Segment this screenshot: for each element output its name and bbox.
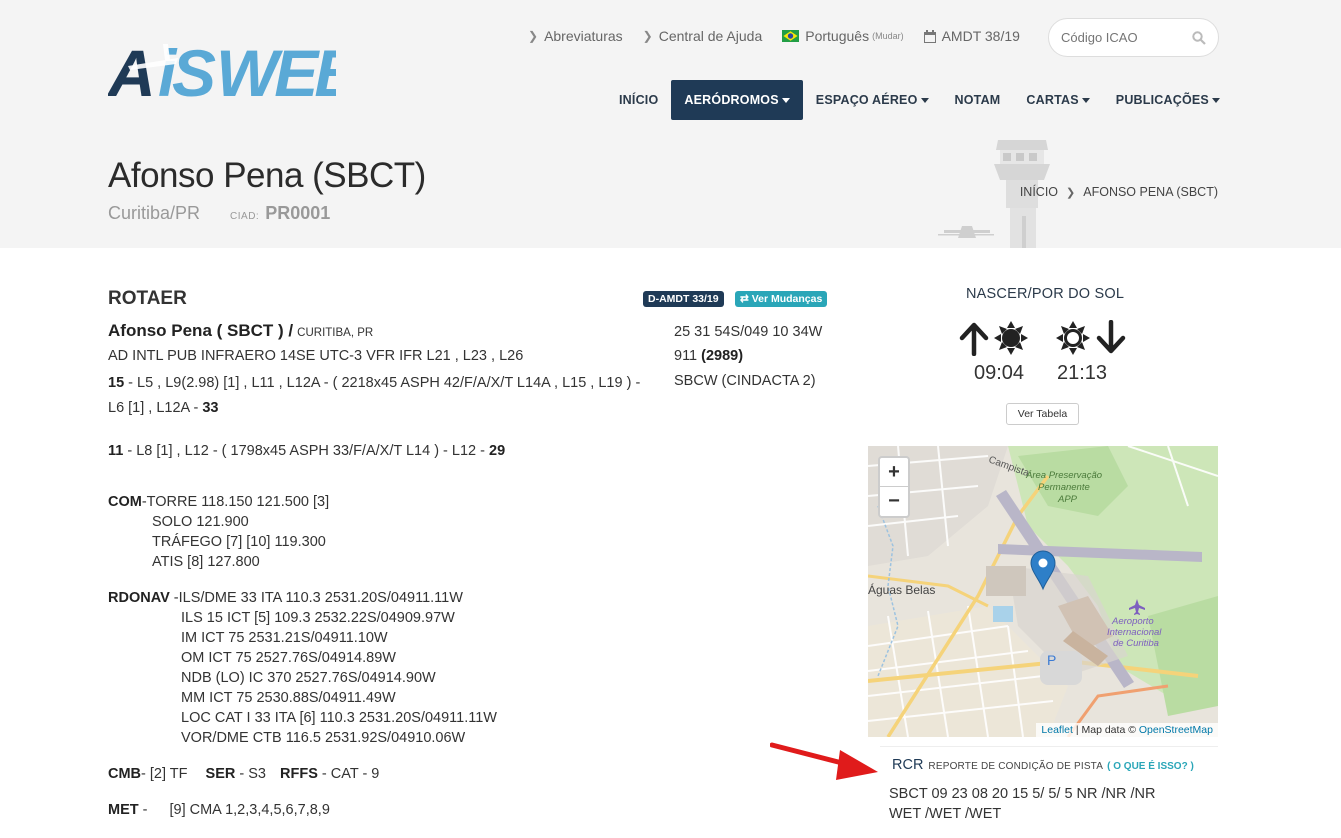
icao-search-box[interactable] xyxy=(1048,18,1219,57)
rdonav-line-4: OM ICT 75 2527.76S/04914.89W xyxy=(181,650,396,666)
sunset-time: 21:13 xyxy=(1057,362,1108,384)
sun-icons xyxy=(959,320,1126,356)
calendar-icon xyxy=(923,29,936,43)
icao-search-input[interactable] xyxy=(1061,30,1181,45)
map-label-area-1: Área Preservação xyxy=(1025,470,1102,481)
top-links: ❯ Abreviaturas ❯ Central de Ajuda Portug… xyxy=(528,28,1040,44)
map-label-area-3: APP xyxy=(1057,494,1078,505)
caret-down-icon xyxy=(920,97,929,103)
sunrise-sunset-title: NASCER/POR DO SOL xyxy=(966,286,1125,302)
leaflet-link[interactable]: Leaflet xyxy=(1041,724,1073,736)
chevron-right-icon: ❯ xyxy=(1066,186,1076,199)
zoom-in-button[interactable]: + xyxy=(880,458,908,487)
sun-outline-icon xyxy=(1056,321,1090,355)
rdonav-line-8: VOR/DME CTB 116.5 2531.92S/04910.06W xyxy=(181,730,466,746)
rdonav-line-2: ILS 15 ICT [5] 109.3 2532.22S/04909.97W xyxy=(181,610,455,626)
aerodrome-info-line: AD INTL PUB INFRAERO 14SE UTC-3 VFR IFR … xyxy=(108,348,524,364)
met-line: MET - [9] CMA 1,2,3,4,5,6,7,8,9 xyxy=(108,802,330,818)
caret-down-icon xyxy=(781,97,790,103)
breadcrumb-current: AFONSO PENA (SBCT) xyxy=(1083,185,1218,199)
arrow-down-icon xyxy=(1096,320,1126,354)
rotaer-title: ROTAER xyxy=(108,288,187,309)
openstreetmap-link[interactable]: OpenStreetMap xyxy=(1139,724,1213,736)
rcr-description: REPORTE DE CONDIÇÃO DE PISTA xyxy=(928,761,1104,772)
ciad-label: CIAD: xyxy=(230,211,260,222)
parking-icon: P xyxy=(1047,652,1056,668)
rdonav-line-3: IM ICT 75 2531.21S/04911.10W xyxy=(181,630,388,646)
com-line-2: SOLO 121.900 xyxy=(152,514,249,530)
aisweb-logo[interactable]: A i S WEB xyxy=(108,36,336,102)
page-subtitle: Curitiba/PR CIAD: PR0001 xyxy=(108,203,330,224)
map-label-aeroporto-3: de Curitiba xyxy=(1113,638,1159,649)
rcr-data-line-2: WET /WET /WET xyxy=(889,806,1002,822)
elevation: 911 (2989) xyxy=(674,348,744,364)
runway-11-29-line: 11 - L8 [1] , L12 - ( 1798x45 ASPH 33/F/… xyxy=(108,443,506,459)
city-label: Curitiba/PR xyxy=(108,203,201,223)
map-label-aguas-belas: Águas Belas xyxy=(868,582,935,597)
breadcrumb-home[interactable]: INÍCIO xyxy=(1020,185,1058,199)
ver-tabela-button[interactable]: Ver Tabela xyxy=(1006,403,1079,425)
chevron-right-icon: ❯ xyxy=(528,29,539,43)
com-line-1: COM-TORRE 118.150 121.500 [3] xyxy=(108,494,330,510)
rcr-data-line-1: SBCT 09 23 08 20 15 5/ 5/ 5 NR /NR /NR xyxy=(889,786,1156,802)
rdonav-line-6: MM ICT 75 2530.88S/04911.49W xyxy=(181,690,396,706)
map-tiles[interactable]: Campista Área Preservação Permanente APP… xyxy=(868,446,1218,737)
sunrise-time: 09:04 xyxy=(974,362,1025,384)
svg-text:S: S xyxy=(172,36,216,102)
brazil-flag-icon xyxy=(782,30,800,42)
site-header: A i S WEB ❯ Abreviaturas ❯ Central de Aj… xyxy=(0,0,1341,248)
zoom-out-button[interactable]: − xyxy=(880,487,908,516)
abreviaturas-link[interactable]: ❯ Abreviaturas xyxy=(528,28,623,44)
nav-publicacoes[interactable]: PUBLICAÇÕES xyxy=(1103,80,1233,120)
amdt-link[interactable]: AMDT 38/19 xyxy=(923,28,1020,44)
search-icon[interactable] xyxy=(1192,30,1206,45)
page-title: Afonso Pena (SBCT) xyxy=(108,156,426,195)
rcr-heading: RCR REPORTE DE CONDIÇÃO DE PISTA ( O QUE… xyxy=(892,757,1194,773)
rcr-label: RCR xyxy=(892,757,924,773)
nav-aerodromos[interactable]: AERÓDROMOS xyxy=(671,80,803,120)
rdonav-line-5: NDB (LO) IC 370 2527.76S/04914.90W xyxy=(181,670,436,686)
breadcrumb: INÍCIO ❯ AFONSO PENA (SBCT) xyxy=(1020,185,1218,199)
com-line-4: ATIS [8] 127.800 xyxy=(152,554,260,570)
airport-map[interactable]: Campista Área Preservação Permanente APP… xyxy=(868,446,1218,737)
nav-inicio[interactable]: INÍCIO xyxy=(606,80,671,120)
map-label-aeroporto-1: Aeroporto xyxy=(1111,616,1154,627)
rdonav-line-1: RDONAV -ILS/DME 33 ITA 110.3 2531.20S/04… xyxy=(108,590,463,606)
rcr-help-link[interactable]: ( O QUE É ISSO? ) xyxy=(1107,761,1194,772)
caret-down-icon xyxy=(1211,97,1220,103)
com-line-3: TRÁFEGO [7] [10] 119.300 xyxy=(152,534,326,550)
fir: SBCW (CINDACTA 2) xyxy=(674,373,816,389)
main-nav: INÍCIO AERÓDROMOS ESPAÇO AÉREO NOTAM CAR… xyxy=(606,80,1233,120)
red-arrow-annotation xyxy=(770,742,878,780)
runway-15-33-line1: 15 - L5 , L9(2.98) [1] , L11 , L12A - ( … xyxy=(108,375,641,391)
cmb-ser-rffs-line: CMB- [2] TF SER - S3 RFFS - CAT - 9 xyxy=(108,766,380,782)
map-label-aeroporto-2: Internacional xyxy=(1107,627,1162,638)
caret-down-icon xyxy=(1081,97,1090,103)
chevron-right-icon: ❯ xyxy=(642,29,653,43)
arrow-up-icon xyxy=(959,322,989,356)
ver-mudancas-badge[interactable]: ⇄ Ver Mudanças xyxy=(735,291,828,307)
nav-espaco-aereo[interactable]: ESPAÇO AÉREO xyxy=(803,80,942,120)
language-switch[interactable]: Português (Mudar) xyxy=(782,28,904,44)
sun-filled-icon xyxy=(994,321,1028,355)
aerodrome-heading: Afonso Pena ( SBCT ) / CURITIBA, PR xyxy=(108,321,374,340)
map-zoom-control: + − xyxy=(878,456,910,518)
nav-cartas[interactable]: CARTAS xyxy=(1013,80,1102,120)
rdonav-line-7: LOC CAT I 33 ITA [6] 110.3 2531.20S/0491… xyxy=(181,710,497,726)
central-ajuda-link[interactable]: ❯ Central de Ajuda xyxy=(643,28,763,44)
nav-notam[interactable]: NOTAM xyxy=(942,80,1014,120)
map-attribution: Leaflet | Map data © OpenStreetMap xyxy=(1036,723,1218,737)
map-label-area-2: Permanente xyxy=(1038,482,1090,493)
svg-text:WEB: WEB xyxy=(216,36,336,102)
coordinates: 25 31 54S/049 10 34W xyxy=(674,324,823,340)
amdt-badge: D-AMDT 33/19 xyxy=(643,291,724,307)
runway-15-33-line2: L6 [1] , L12A - 33 xyxy=(108,400,219,416)
ciad-value: PR0001 xyxy=(265,203,331,223)
